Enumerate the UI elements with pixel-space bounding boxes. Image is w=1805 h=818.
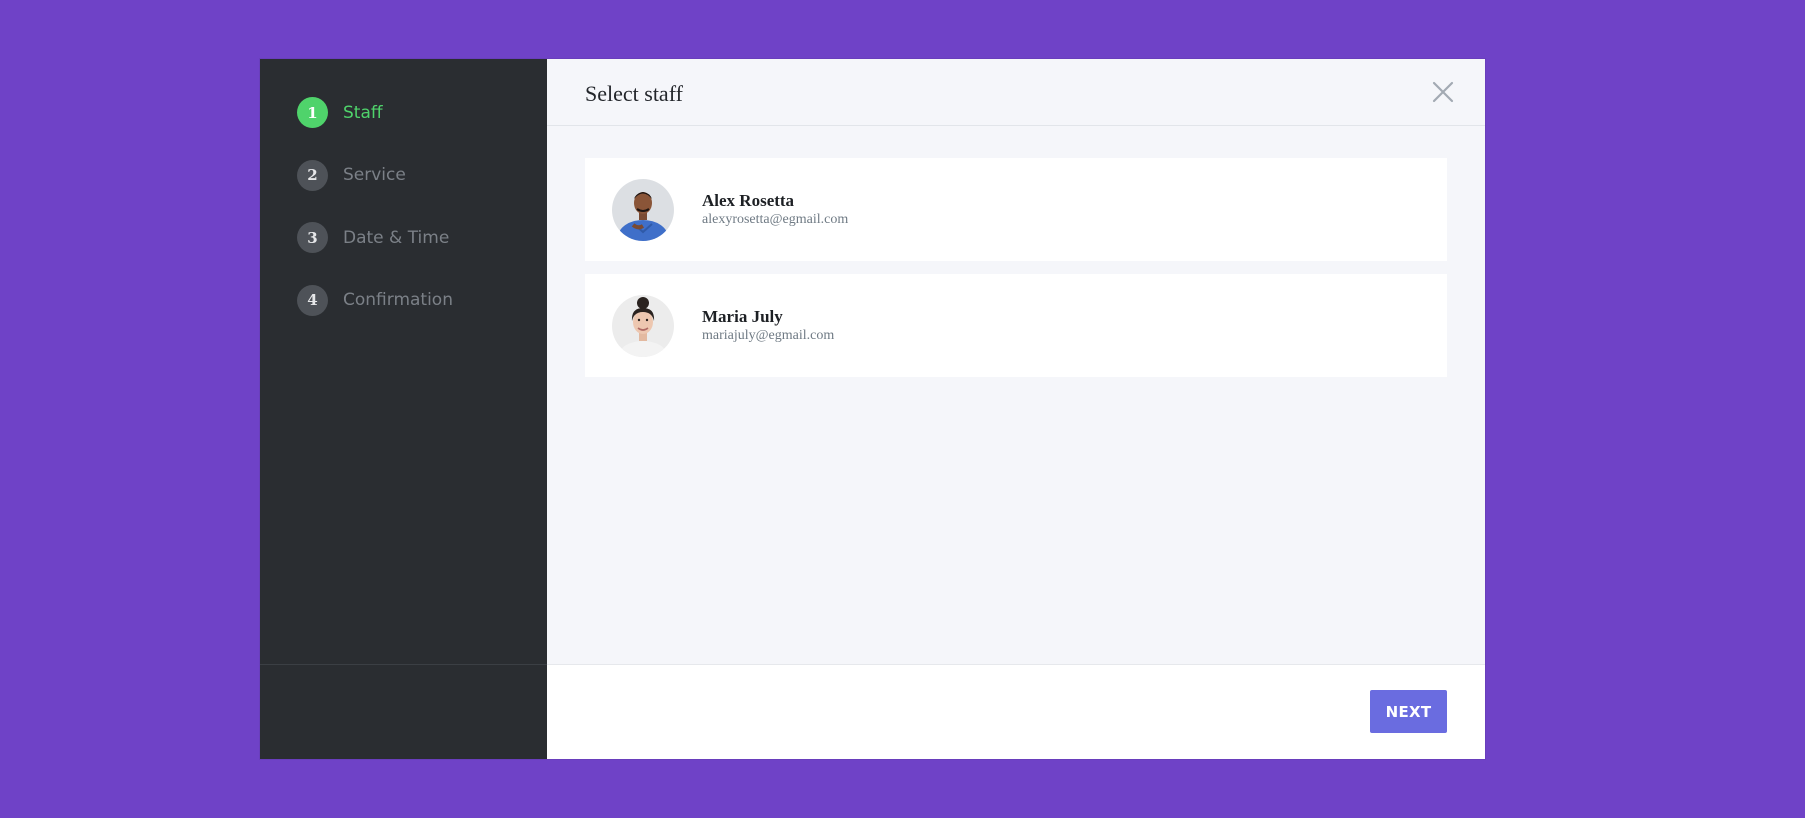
step-label: Service bbox=[343, 165, 406, 185]
step-label: Confirmation bbox=[343, 290, 453, 310]
step-service[interactable]: 2 Service bbox=[297, 159, 547, 191]
page-title: Select staff bbox=[585, 81, 683, 106]
staff-name: Alex Rosetta bbox=[702, 191, 795, 210]
avatar bbox=[612, 178, 674, 241]
staff-name: Maria July bbox=[702, 307, 783, 326]
sidebar-footer bbox=[260, 664, 547, 759]
step-staff[interactable]: 1 Staff bbox=[297, 97, 547, 128]
step-confirmation[interactable]: 4 Confirmation bbox=[297, 284, 547, 316]
modal-footer: NEXT bbox=[547, 664, 1485, 759]
step-number: 3 bbox=[297, 222, 328, 253]
step-number: 1 bbox=[297, 97, 328, 128]
staff-info: Alex Rosetta alexyrosetta@egmail.com bbox=[702, 191, 848, 228]
step-label: Staff bbox=[343, 102, 383, 123]
steps-sidebar: 1 Staff 2 Service 3 Date & Time 4 Confir… bbox=[260, 59, 547, 759]
booking-modal: 1 Staff 2 Service 3 Date & Time 4 Confir… bbox=[260, 59, 1485, 759]
staff-list: Alex Rosetta alexyrosetta@egmail.com Mar… bbox=[547, 126, 1485, 664]
step-label: Date & Time bbox=[343, 227, 450, 248]
steps-list: 1 Staff 2 Service 3 Date & Time 4 Confir… bbox=[260, 59, 547, 316]
staff-card[interactable]: Alex Rosetta alexyrosetta@egmail.com bbox=[585, 158, 1447, 261]
step-number: 2 bbox=[297, 159, 328, 191]
next-button[interactable]: NEXT bbox=[1370, 690, 1447, 733]
modal-header: Select staff bbox=[547, 59, 1485, 126]
avatar bbox=[612, 294, 674, 357]
staff-card[interactable]: Maria July mariajuly@egmail.com bbox=[585, 274, 1447, 377]
staff-email: alexyrosetta@egmail.com bbox=[702, 212, 849, 227]
step-number: 4 bbox=[297, 284, 328, 316]
close-icon[interactable] bbox=[1431, 80, 1455, 104]
main-panel: Select staff Alex Rosetta alexyrosetta@e… bbox=[547, 59, 1485, 759]
staff-info: Maria July mariajuly@egmail.com bbox=[702, 307, 834, 344]
step-date-time[interactable]: 3 Date & Time bbox=[297, 222, 547, 253]
staff-email: mariajuly@egmail.com bbox=[702, 328, 835, 343]
